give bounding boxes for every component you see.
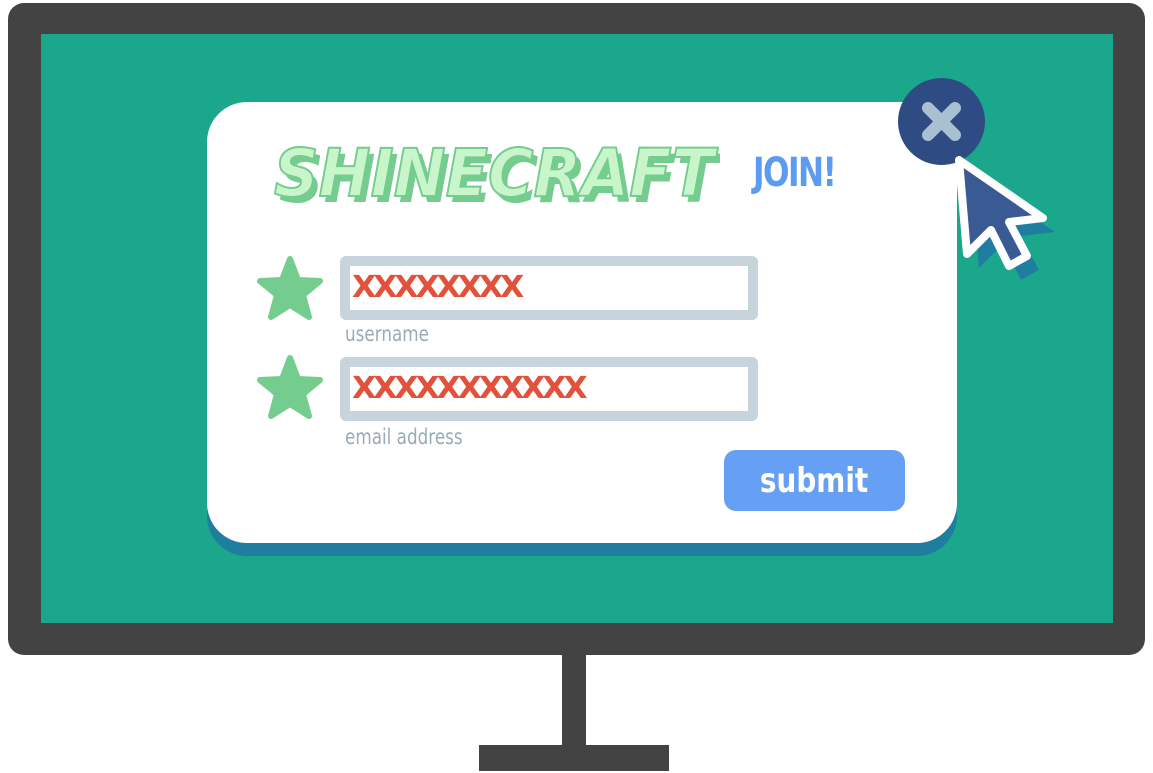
email-masked-value: XXXXXXXXXXX (352, 371, 588, 406)
logo-text: SHINECRAFT (274, 138, 719, 212)
star-icon (257, 355, 323, 419)
dialog-title: JOIN! (753, 150, 837, 196)
username-label: username (345, 322, 429, 346)
submit-button[interactable]: submit (724, 450, 905, 511)
username-input[interactable]: XXXXXXXX (340, 256, 758, 320)
monitor-stand-base (479, 745, 669, 771)
pointer-cursor-icon (955, 156, 1055, 280)
email-input[interactable]: XXXXXXXXXXX (340, 357, 758, 421)
shinecraft-logo: SHINECRAFT SHINECRAFT (270, 138, 720, 212)
username-input-inner: XXXXXXXX (350, 266, 748, 310)
username-masked-value: XXXXXXXX (352, 270, 524, 305)
email-label: email address (345, 425, 463, 449)
email-input-inner: XXXXXXXXXXX (350, 367, 748, 411)
submit-button-label: submit (760, 460, 869, 501)
star-icon (257, 256, 323, 320)
monitor-stand-neck (562, 655, 586, 748)
